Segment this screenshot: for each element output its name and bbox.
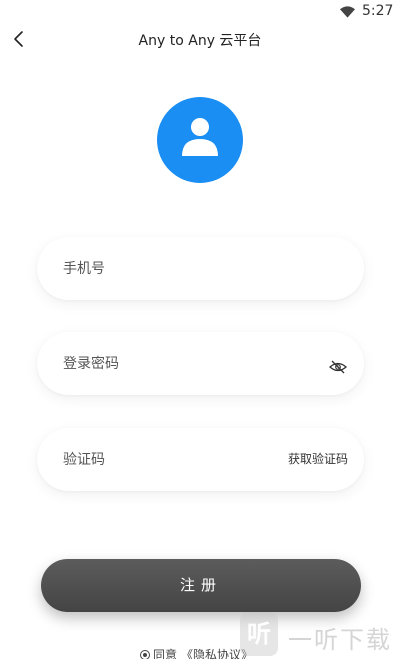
avatar bbox=[157, 97, 243, 183]
verification-code-field: 获取验证码 bbox=[37, 428, 364, 491]
password-field bbox=[37, 332, 364, 395]
app-header: Any to Any 云平台 bbox=[0, 24, 400, 56]
phone-input[interactable] bbox=[63, 237, 283, 300]
hide-password-icon[interactable] bbox=[329, 360, 347, 374]
watermark: 听 一听下载 bbox=[240, 608, 400, 659]
agree-label: 同意 bbox=[153, 648, 178, 659]
user-icon bbox=[182, 118, 218, 156]
agreement-row: 同意 《隐私协议》 bbox=[140, 646, 253, 659]
status-bar: 5:27 bbox=[0, 0, 400, 24]
wifi-icon bbox=[340, 6, 355, 18]
register-button[interactable]: 注册 bbox=[41, 559, 361, 612]
agree-radio[interactable] bbox=[140, 650, 150, 659]
status-time: 5:27 bbox=[362, 3, 394, 19]
watermark-logo: 听 bbox=[240, 612, 278, 656]
get-code-button[interactable]: 获取验证码 bbox=[288, 428, 348, 491]
verification-code-input[interactable] bbox=[63, 428, 283, 491]
watermark-text: 一听下载 bbox=[288, 626, 392, 654]
phone-field bbox=[37, 237, 364, 300]
page-title: Any to Any 云平台 bbox=[138, 33, 262, 49]
password-input[interactable] bbox=[63, 332, 283, 395]
